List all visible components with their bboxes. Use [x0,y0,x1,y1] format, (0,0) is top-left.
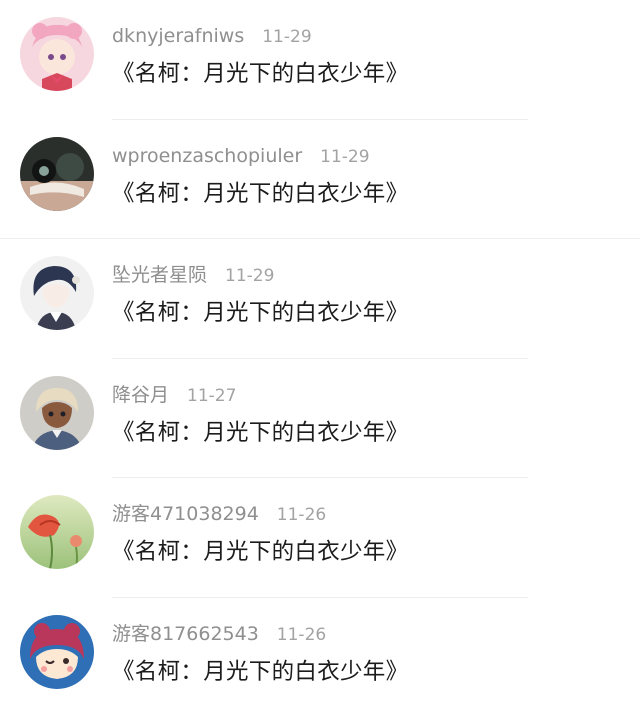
comment-meta: wproenzaschopiuler 11-29 [112,144,370,168]
comment-text[interactable]: 《名柯：月光下的白衣少年》 [112,536,408,568]
username[interactable]: dknyjerafniws [112,25,244,47]
red-flower-avatar-icon[interactable] [20,495,94,569]
comment-meta: 游客471038294 11-26 [112,502,326,526]
comment-item[interactable]: 降谷月 11-27 《名柯：月光下的白衣少年》 [0,359,640,479]
comment-date: 11-29 [225,266,274,286]
comment-meta: 降谷月 11-27 [112,383,236,407]
blonde-anime-man-avatar-icon[interactable] [20,376,94,450]
comment-meta: 游客817662543 11-26 [112,622,326,646]
comment-item[interactable]: 游客817662543 11-26 《名柯：月光下的白衣少年》 [0,598,640,717]
pink-anime-girl-avatar-icon[interactable] [20,17,94,91]
username[interactable]: 降谷月 [112,384,169,406]
comment-item[interactable]: wproenzaschopiuler 11-29 《名柯：月光下的白衣少年》 [0,120,640,240]
username[interactable]: 游客471038294 [112,503,259,525]
comment-item[interactable]: 坠光者星陨 11-29 《名柯：月光下的白衣少年》 [0,239,640,359]
comment-text[interactable]: 《名柯：月光下的白衣少年》 [112,58,408,90]
comment-list: dknyjerafniws 11-29 《名柯：月光下的白衣少年》 wproenz… [0,0,640,717]
comment-text[interactable]: 《名柯：月光下的白衣少年》 [112,417,408,449]
comment-meta: dknyjerafniws 11-29 [112,24,312,48]
comment-meta: 坠光者星陨 11-29 [112,263,274,287]
cartoon-girl-avatar-icon[interactable] [20,615,94,689]
blue-hair-anime-boy-avatar-icon[interactable] [20,256,94,330]
username[interactable]: 坠光者星陨 [112,264,207,286]
comment-text[interactable]: 《名柯：月光下的白衣少年》 [112,178,408,210]
comment-date: 11-27 [187,386,236,406]
username[interactable]: wproenzaschopiuler [112,145,302,167]
comment-date: 11-29 [262,27,311,47]
dark-photo-avatar-icon[interactable] [20,137,94,211]
comment-item[interactable]: dknyjerafniws 11-29 《名柯：月光下的白衣少年》 [0,0,640,120]
comment-date: 11-26 [277,625,326,645]
comment-text[interactable]: 《名柯：月光下的白衣少年》 [112,656,408,688]
comment-item[interactable]: 游客471038294 11-26 《名柯：月光下的白衣少年》 [0,478,640,598]
comment-date: 11-26 [277,505,326,525]
username[interactable]: 游客817662543 [112,623,259,645]
comment-text[interactable]: 《名柯：月光下的白衣少年》 [112,297,408,329]
comment-date: 11-29 [320,147,369,167]
